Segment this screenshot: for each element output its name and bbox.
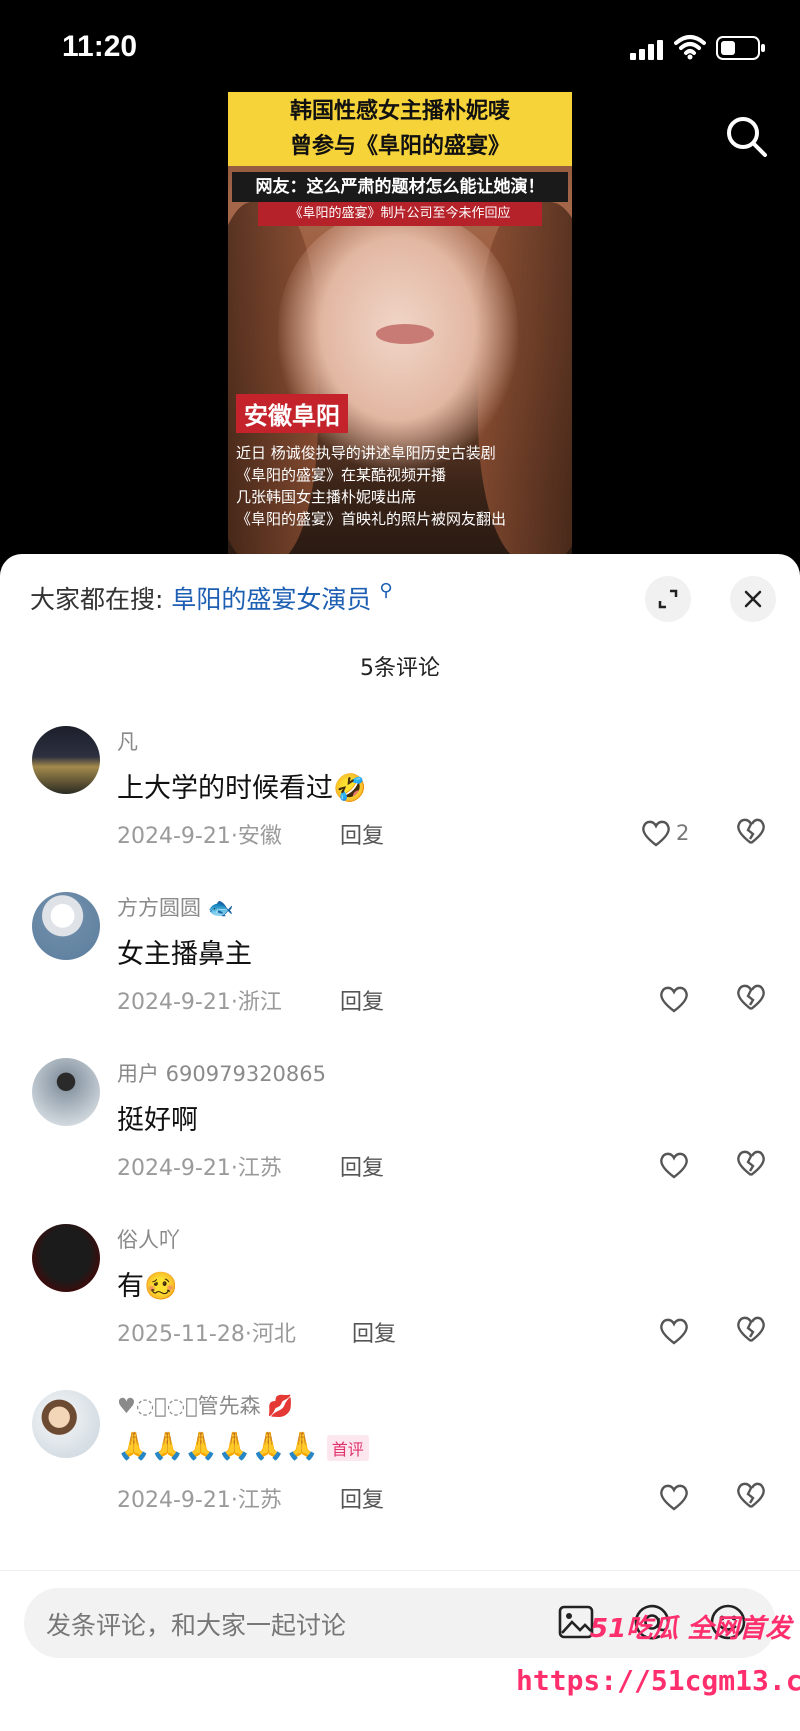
heart-icon [660,1484,688,1511]
broken-heart-icon[interactable] [735,1480,767,1510]
lips-emoji-icon: 💋 [267,1394,294,1418]
comment-username-row[interactable]: 方方圆圆 🐟 [117,892,234,922]
avatar[interactable] [32,1058,100,1126]
status-time: 11:20 [62,30,138,63]
trending-search[interactable]: 大家都在搜: 阜阳的盛宴女演员 ⚲ [30,580,393,616]
comment-region: 江苏 [237,1156,282,1181]
search-hint-icon: ⚲ [379,580,393,601]
comment-region: 浙江 [237,990,282,1015]
comment-username[interactable]: ♥◌᷼◌᷼管先森 [117,1394,261,1418]
comment-meta: 2024-9-21·安徽 [117,824,282,849]
reply-button[interactable]: 回复 [352,1316,396,1348]
comment-count: 5条评论 [360,656,440,681]
comment-text-body: 🙏🙏🙏🙏🙏🙏 [117,1431,319,1462]
avatar[interactable] [32,1390,100,1458]
close-button[interactable] [730,576,776,622]
video-caption-line: 几张韩国女主播朴妮唛出席 [236,488,417,506]
heart-icon [660,1318,688,1345]
comment-text-body: 上大学的时候看过 [117,773,333,804]
comment-item: 用户 690979320865 挺好啊 2024-9-21·江苏 回复 [0,1058,800,1224]
trending-search-prefix: 大家都在搜: [30,585,164,614]
comment-meta: 2024-9-21·江苏 [117,1156,282,1181]
cellular-signal-icon [630,40,663,60]
avatar[interactable] [32,1224,100,1292]
heart-icon [660,986,688,1013]
like-button[interactable] [658,1480,690,1514]
video-caption-line: 近日 杨诚俊执导的讲述阜阳历史古装剧 [236,444,496,462]
comment-meta: 2024-9-21·浙江 [117,990,282,1015]
comment-username[interactable]: 用户 690979320865 [117,1058,326,1088]
comment-date: 2025-11-28 [117,1322,245,1347]
comment-item: 凡 上大学的时候看过🤣 2024-9-21·安徽 回复 2 [0,726,800,892]
reply-button[interactable]: 回复 [340,818,384,850]
fish-emoji-icon: 🐟 [207,896,234,920]
video-player[interactable]: 韩国性感女主播朴妮唛 曾参与《阜阳的盛宴》 网友：这么严肃的题材怎么能让她演！ … [228,92,572,556]
comment-text: 有🥴 [117,1264,178,1303]
comment-region: 安徽 [237,824,282,849]
broken-heart-icon[interactable] [735,816,767,846]
video-headline: 韩国性感女主播朴妮唛 曾参与《阜阳的盛宴》 [228,92,572,166]
comment-sheet: 大家都在搜: 阜阳的盛宴女演员 ⚲ 5条评论 凡 上大学的时候看过🤣 2024-… [0,554,800,1731]
comment-region: 江苏 [237,1488,282,1513]
close-icon [744,590,762,608]
broken-heart-icon[interactable] [735,982,767,1012]
heart-icon [660,1152,688,1179]
first-comment-badge: 首评 [326,1434,369,1461]
video-caption-line: 《阜阳的盛宴》在某酷视频开播 [236,466,447,484]
status-bar: 11:20 [0,0,800,100]
trending-search-keyword[interactable]: 阜阳的盛宴女演员 [171,585,371,614]
comment-username[interactable]: 凡 [117,726,138,756]
watermark-url: https://51cgm13.com [516,1664,800,1697]
comment-item: 俗人吖 有🥴 2025-11-28·河北 回复 [0,1224,800,1390]
comment-text-body: 有 [117,1271,144,1302]
comment-date: 2024-9-21 [117,824,231,849]
comment-date: 2024-9-21 [117,1488,231,1513]
expand-icon [658,589,678,609]
comment-text: 上大学的时候看过🤣 [117,766,367,805]
reply-button[interactable]: 回复 [340,1482,384,1514]
video-headline-line2: 曾参与《阜阳的盛宴》 [289,134,510,159]
comment-date: 2024-9-21 [117,990,231,1015]
comment-meta: 2024-9-21·江苏 [117,1488,282,1513]
divider [0,1570,800,1571]
reply-button[interactable]: 回复 [340,984,384,1016]
comment-text: 女主播鼻主 [117,939,252,970]
like-button[interactable] [658,1148,690,1182]
reply-button[interactable]: 回复 [340,1150,384,1182]
wifi-icon [674,35,706,60]
comment-region: 河北 [251,1322,296,1347]
avatar[interactable] [32,726,100,794]
like-button[interactable] [658,1314,690,1348]
comment-item: ♥◌᷼◌᷼管先森 💋 🙏🙏🙏🙏🙏🙏 首评 2024-9-21·江苏 回复 [0,1390,800,1556]
video-image-lips [376,324,434,344]
comment-emoji: 🤣 [333,773,367,804]
video-subtitle-2: 《阜阳的盛宴》制片公司至今未作回应 [258,202,542,226]
comment-username[interactable]: 俗人吖 [117,1224,180,1254]
search-icon[interactable] [724,114,768,158]
comment-item: 方方圆圆 🐟 女主播鼻主 2024-9-21·浙江 回复 [0,892,800,1058]
watermark-logo: 51吃瓜 全网首发 [590,1614,792,1644]
video-caption: 近日 杨诚俊执导的讲述阜阳历史古装剧 《阜阳的盛宴》在某酷视频开播 几张韩国女主… [236,442,566,530]
battery-icon [716,36,765,60]
video-caption-line: 《阜阳的盛宴》首映礼的照片被网友翻出 [236,510,507,528]
heart-icon [642,820,670,847]
comment-username[interactable]: 方方圆圆 [117,896,201,920]
like-button[interactable] [658,982,690,1016]
comment-text: 挺好啊 [117,1105,198,1136]
expand-button[interactable] [645,576,691,622]
video-subtitle-1: 网友：这么严肃的题材怎么能让她演！ [232,172,568,202]
comment-emoji: 🥴 [144,1271,178,1302]
comment-input-placeholder: 发条评论，和大家一起讨论 [46,1611,347,1640]
video-place-tag: 安徽阜阳 [236,394,348,433]
comment-text: 🙏🙏🙏🙏🙏🙏 首评 [117,1430,369,1462]
like-count: 2 [676,821,690,845]
broken-heart-icon[interactable] [735,1148,767,1178]
comment-username-row[interactable]: ♥◌᷼◌᷼管先森 💋 [117,1390,294,1420]
comment-meta: 2025-11-28·河北 [117,1322,296,1347]
like-button[interactable]: 2 [640,816,689,850]
video-headline-line1: 韩国性感女主播朴妮唛 [289,99,510,124]
avatar[interactable] [32,892,100,960]
comment-date: 2024-9-21 [117,1156,231,1181]
broken-heart-icon[interactable] [735,1314,767,1344]
